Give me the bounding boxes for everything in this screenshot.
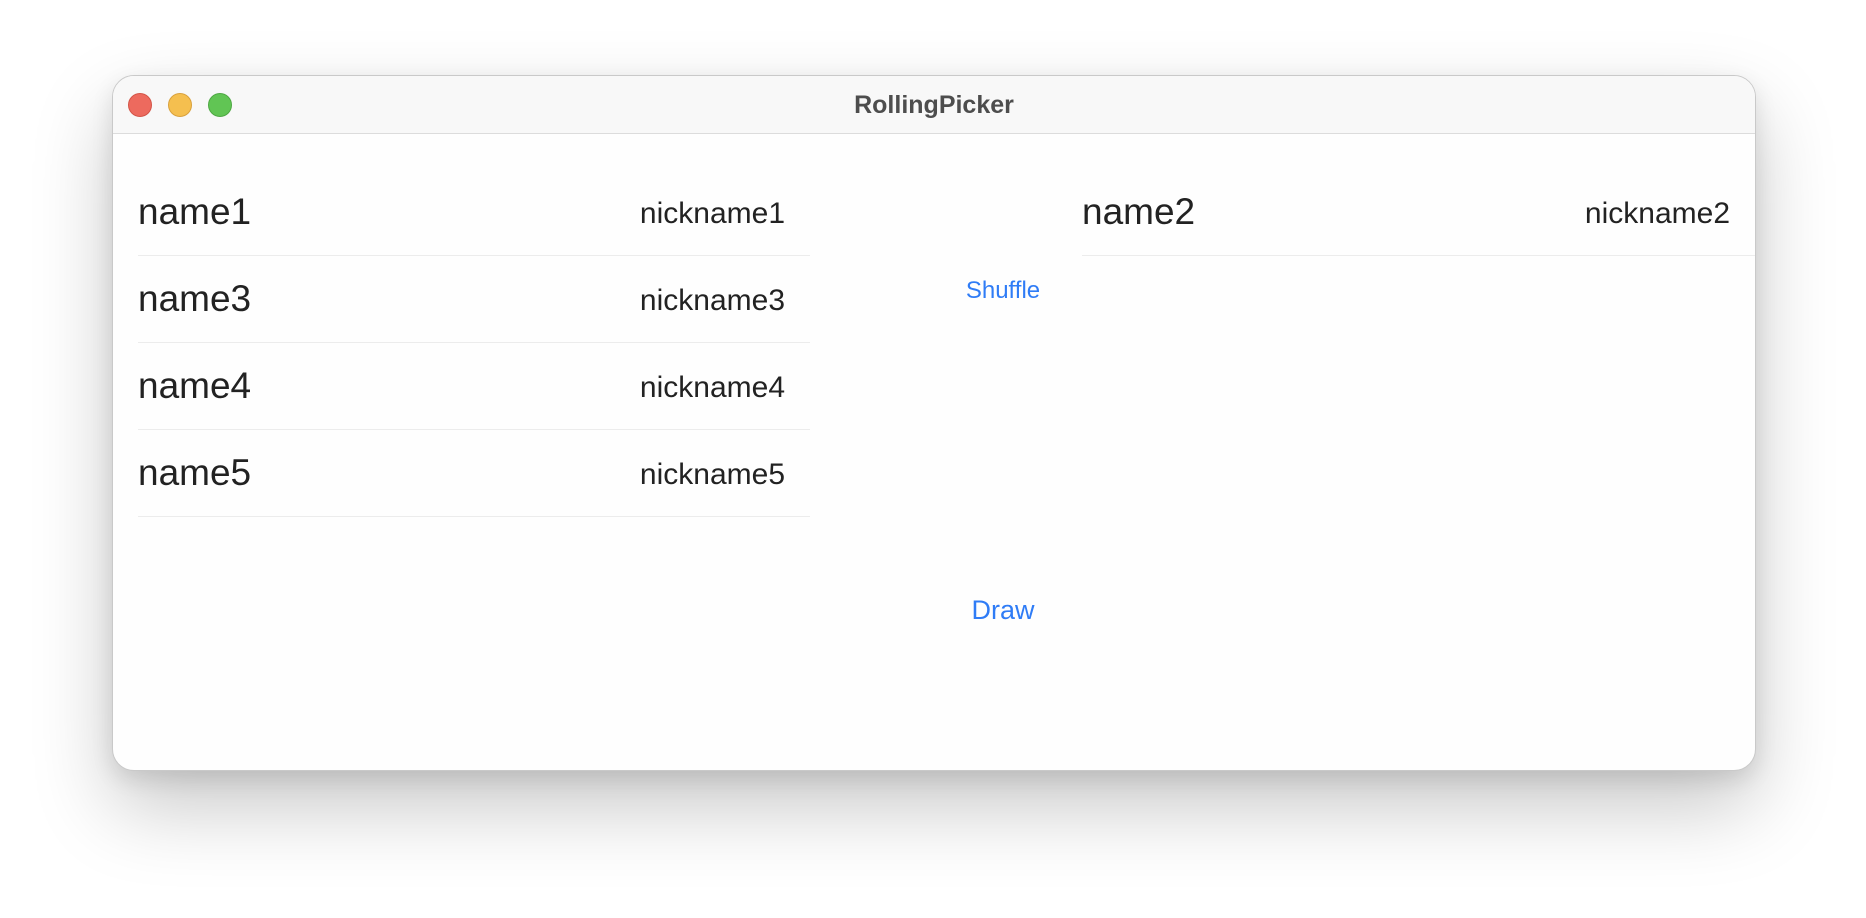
row-nickname: nickname2 bbox=[1584, 197, 1730, 230]
row-name: name5 bbox=[138, 452, 252, 493]
row-name: name1 bbox=[138, 191, 252, 232]
row-nickname: nickname5 bbox=[639, 458, 785, 491]
right-name-list: name2 nickname2 bbox=[1082, 169, 1755, 256]
title-bar[interactable]: RollingPicker bbox=[113, 76, 1755, 134]
list-row[interactable]: name1 nickname1 bbox=[138, 169, 810, 256]
draw-button[interactable]: Draw bbox=[933, 595, 1073, 626]
left-name-list: name1 nickname1 name3 nickname3 name4 ni… bbox=[138, 169, 810, 517]
row-nickname: nickname1 bbox=[639, 197, 785, 230]
row-name: name3 bbox=[138, 278, 252, 319]
row-name: name4 bbox=[138, 365, 252, 406]
app-window: RollingPicker name1 nickname1 name3 nick… bbox=[112, 75, 1756, 771]
window-title: RollingPicker bbox=[854, 91, 1014, 119]
row-nickname: nickname4 bbox=[639, 371, 785, 404]
list-row[interactable]: name3 nickname3 bbox=[138, 256, 810, 343]
row-name: name2 bbox=[1082, 191, 1196, 232]
list-row[interactable]: name5 nickname5 bbox=[138, 430, 810, 517]
list-row[interactable]: name2 nickname2 bbox=[1082, 169, 1755, 256]
shuffle-button[interactable]: Shuffle bbox=[933, 277, 1073, 305]
row-nickname: nickname3 bbox=[639, 284, 785, 317]
list-row[interactable]: name4 nickname4 bbox=[138, 343, 810, 430]
